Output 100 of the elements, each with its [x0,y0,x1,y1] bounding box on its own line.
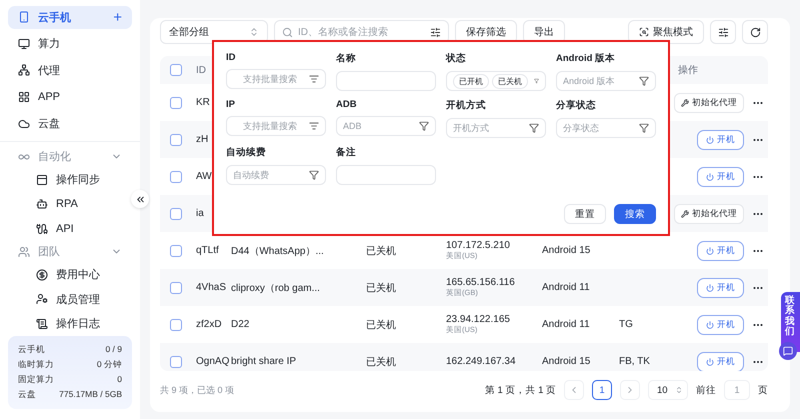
nav-item[interactable]: APP [8,86,132,108]
table-cell-text: D44（WhatsApp）... [231,244,324,258]
search-button[interactable]: 搜索 [614,204,656,224]
page-size-select[interactable]: 10 [648,380,688,400]
checkbox[interactable] [170,134,182,146]
network-icon [18,64,30,76]
phone-icon [18,11,30,24]
nav-item[interactable]: RPA [8,192,132,216]
power-icon [706,320,714,328]
nav-item[interactable]: 费用中心 [8,262,132,288]
table-cell: FB, TK [619,356,650,367]
select-field[interactable]: 已开机 已关机 [446,71,546,91]
select-field[interactable]: 自动续费 [226,165,326,185]
power-on-button[interactable]: 开机 [697,130,744,150]
power-icon [706,284,714,292]
column-header: ID [196,64,207,76]
table-cell-text: 已关机 [366,282,396,294]
field-label: Android 版本 [556,52,616,65]
refresh-button[interactable] [742,20,768,44]
chat-icon [782,346,792,356]
nav-item[interactable]: 成员管理 [8,287,132,312]
grid-icon [18,90,30,103]
table-cell: Android 11 [542,282,590,293]
checkbox[interactable] [170,170,182,182]
field-label: 开机方式 [446,99,487,112]
robot-icon [36,198,48,210]
init-proxy-button[interactable]: 初始化代理 [674,92,744,112]
scan-icon [639,27,649,37]
table-cell: Android 11 [542,319,590,330]
collapse-button[interactable] [131,190,149,208]
search-icon [282,26,293,38]
double-chevron-icon [134,194,146,204]
table-cell: TG [619,319,633,330]
nav-item[interactable]: 云手机 + [8,6,132,29]
table-cell-text: 165.65.156.116 [446,277,516,288]
power-on-button[interactable]: 开机 [697,240,744,260]
table-cell: D22 [231,319,250,330]
usage-value: 0 [117,374,122,386]
table-cell: OgnAQ [196,356,230,367]
plug-icon [36,222,48,235]
nav-group[interactable]: 团队 [8,240,132,262]
page-info: 第 1 页，共 1 页 [484,384,556,396]
checkbox[interactable] [170,282,182,294]
filter-icon [529,123,539,133]
panel-icon [36,174,48,186]
checkbox[interactable] [170,96,182,108]
nav-item[interactable]: 算力 [8,32,132,56]
filter-icon [639,76,649,86]
settings-button[interactable] [710,20,736,44]
usage-label: 固定算力 [18,374,54,386]
table-cell: ia [196,208,204,219]
input-field[interactable] [336,165,436,185]
wrench-icon [681,98,689,106]
focus-mode-button[interactable]: 聚焦模式 [628,20,704,44]
power-icon [706,246,714,254]
sliders-icon[interactable] [430,26,441,38]
goto-field[interactable]: 1 [724,380,750,400]
updown-icon [249,27,259,37]
table-cell: zf2xD [196,319,222,330]
power-icon [706,136,714,144]
usage-label: 云手机 [18,344,45,356]
select-field[interactable]: 分享状态 [556,118,656,138]
table-cell: AW [196,171,212,182]
goto-label: 前往 [696,384,716,396]
input-field[interactable]: 支持批量搜索 [226,116,326,136]
init-proxy-button[interactable]: 初始化代理 [674,204,744,224]
power-on-button[interactable]: 开机 [697,278,744,298]
selection-summary: 共 9 项，已选 0 项 [160,384,234,396]
select-field[interactable]: Android 版本 [556,71,656,91]
power-on-button[interactable]: 开机 [697,166,744,186]
checkbox[interactable] [170,208,182,220]
checkbox[interactable] [170,64,182,76]
goto-suffix: 页 [758,384,768,396]
nav-item[interactable]: 代理 [8,59,132,82]
dollar-icon [36,268,48,281]
nav-item[interactable]: 云盘 [8,112,132,135]
field-label: 自动续费 [226,146,267,159]
power-on-button[interactable]: 开机 [697,314,744,334]
power-on-button[interactable]: 开机 [697,352,744,371]
checkbox[interactable] [170,244,182,256]
input-field[interactable]: 支持批量搜索 [226,69,326,89]
wrench-icon [681,210,689,218]
field-label: 名称 [336,52,357,65]
input-field[interactable] [336,71,436,91]
field-label: ADB [336,99,358,110]
nav-item[interactable]: 操作日志 [8,312,132,336]
table-cell: 4VhaS [196,282,226,293]
nav-item[interactable]: 操作同步 [8,167,132,192]
reset-button[interactable]: 重置 [564,204,606,224]
select-field[interactable]: ADB [336,116,436,136]
usage-value: 0 分钟 [96,359,122,372]
table-cell-text: 162.249.167.34 [446,356,517,367]
select-field[interactable]: 开机方式 [446,118,546,138]
field-label: 备注 [336,146,357,159]
checkbox[interactable] [170,356,182,368]
nav-item[interactable]: API [8,216,132,241]
checkbox[interactable] [170,318,182,330]
page-button[interactable]: 1 [592,380,612,400]
nav-group[interactable]: 自动化 [8,146,132,168]
add-button[interactable]: + [113,8,122,26]
